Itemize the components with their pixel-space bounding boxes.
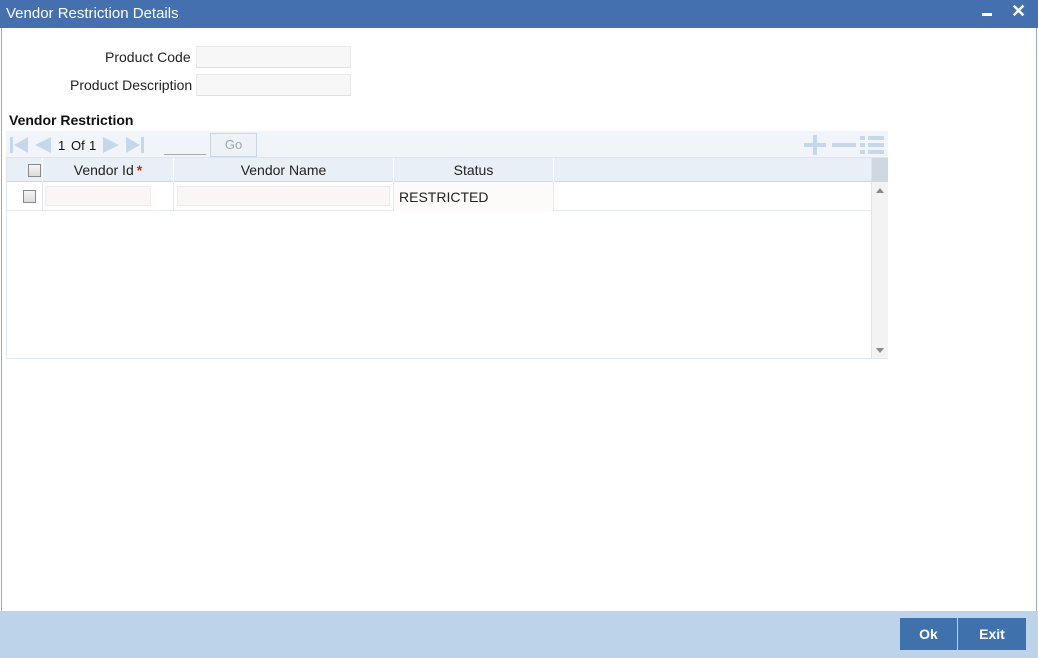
minimize-icon: [982, 13, 992, 16]
vendor-name-cell: [174, 182, 394, 211]
required-indicator: *: [136, 162, 143, 178]
scroll-up-icon[interactable]: [876, 188, 884, 193]
last-page-icon[interactable]: [124, 135, 146, 155]
scrollbar-header-block: [872, 158, 888, 182]
row-checkbox[interactable]: [23, 190, 36, 203]
product-code-input[interactable]: [196, 46, 351, 68]
select-all-checkbox[interactable]: [28, 164, 41, 177]
scroll-down-icon[interactable]: [876, 348, 884, 353]
pager-current-page: 1: [58, 138, 66, 153]
page-number-input[interactable]: [164, 133, 206, 155]
pager-of-label: Of: [71, 138, 85, 153]
product-description-input[interactable]: [196, 74, 351, 96]
table-row: RESTRICTED: [7, 182, 871, 211]
delete-row-icon[interactable]: [831, 135, 857, 155]
close-button[interactable]: ✕: [1007, 0, 1029, 28]
vendor-id-cell: [43, 182, 174, 211]
product-code-label: Product Code: [105, 49, 191, 65]
vendor-name-header-label: Vendor Name: [240, 162, 327, 178]
vertical-scrollbar[interactable]: [871, 158, 888, 358]
next-page-icon[interactable]: [101, 135, 123, 155]
window-title: Vendor Restriction Details: [6, 5, 179, 22]
column-header-vendor-name[interactable]: Vendor Name: [174, 158, 394, 182]
minimize-button[interactable]: [976, 0, 998, 28]
vendor-name-input[interactable]: [177, 186, 390, 206]
title-bar: Vendor Restriction Details ✕: [0, 0, 1038, 28]
status-cell: RESTRICTED: [394, 182, 554, 211]
previous-page-icon[interactable]: [31, 135, 53, 155]
grid-header: Vendor Id * Vendor Name Status: [7, 158, 871, 182]
go-button[interactable]: Go: [210, 133, 257, 157]
product-description-label: Product Description: [70, 77, 193, 93]
first-page-icon[interactable]: [8, 135, 30, 155]
exit-button[interactable]: Exit: [958, 618, 1026, 650]
vendor-restriction-title: Vendor Restriction: [9, 112, 134, 128]
add-row-icon[interactable]: [802, 135, 828, 155]
pager-total-pages: 1: [89, 138, 97, 153]
ok-button[interactable]: Ok: [900, 618, 957, 650]
row-select-cell: [7, 182, 43, 211]
status-value: RESTRICTED: [399, 189, 489, 205]
status-header-label: Status: [453, 162, 494, 178]
vendor-id-header-label: Vendor Id: [73, 162, 134, 178]
column-header-status[interactable]: Status: [394, 158, 554, 182]
select-all-cell: [7, 158, 43, 182]
vendor-id-input[interactable]: [45, 186, 151, 206]
single-view-icon[interactable]: [859, 135, 885, 155]
grid-toolbar: 1 Of 1 Go: [6, 131, 888, 158]
footer-bar: Ok Exit: [0, 611, 1038, 658]
column-header-vendor-id[interactable]: Vendor Id *: [43, 158, 174, 182]
close-icon: ✕: [1011, 1, 1027, 21]
vendor-restriction-grid: Vendor Id * Vendor Name Status RESTRICTED: [6, 157, 888, 359]
